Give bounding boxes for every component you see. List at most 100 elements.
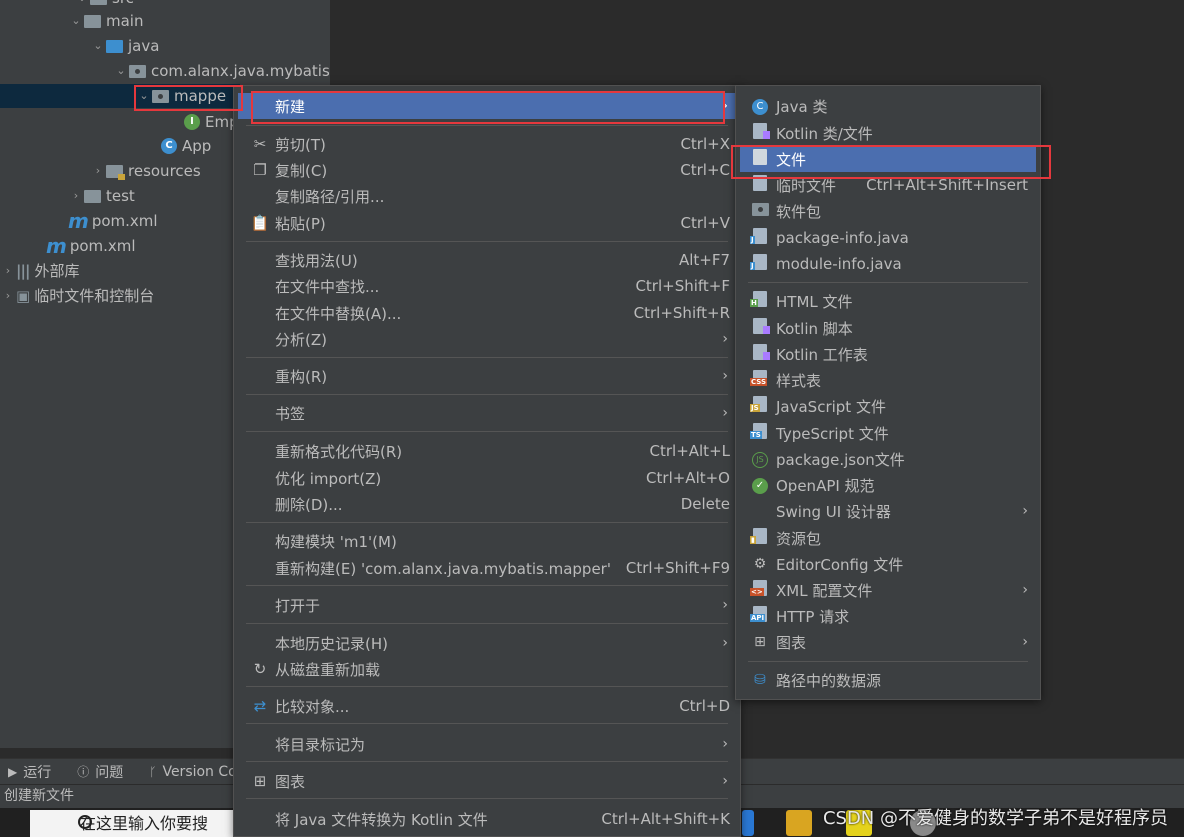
package-icon: [129, 64, 146, 78]
tree-item-pom-inner[interactable]: m pom.xml: [68, 209, 158, 233]
clipboard-icon: 📋: [250, 214, 270, 232]
menu-item-optimize-imports[interactable]: 优化 import(Z) Ctrl+Alt+O: [238, 465, 736, 491]
tree-item-scratches[interactable]: › ▣ 临时文件和控制台: [0, 284, 154, 308]
file-explorer-icon[interactable]: [786, 810, 812, 836]
chevron-right-icon: ›: [722, 635, 728, 651]
menu-item-reformat-code[interactable]: 重新格式化代码(R) Ctrl+Alt+L: [238, 438, 736, 464]
menu-item-bookmarks[interactable]: 书签 ›: [238, 400, 736, 426]
taskbar-app-icon[interactable]: [742, 810, 754, 836]
submenu-item-package-json[interactable]: JS package.json文件: [740, 446, 1036, 472]
diagram-icon: ⊞: [754, 634, 766, 650]
tree-item-package[interactable]: ⌄ com.alanx.java.mybatis: [113, 59, 329, 83]
separator: [246, 522, 728, 523]
problems-tab[interactable]: ⓘ 问题: [77, 762, 123, 782]
menu-item-find-usages[interactable]: 查找用法(U) Alt+F7: [238, 247, 736, 273]
class-icon: C: [161, 138, 177, 154]
separator: [246, 241, 728, 242]
tree-item-pom-outer[interactable]: m pom.xml: [46, 234, 136, 258]
ts-file-icon: TS: [750, 423, 770, 443]
submenu-item-module-info[interactable]: J module-info.java: [740, 251, 1036, 277]
chevron-right-icon[interactable]: ›: [90, 159, 106, 183]
menu-item-cut[interactable]: ✂ 剪切(T) Ctrl+X: [238, 131, 736, 157]
menu-item-open-in[interactable]: 打开于 ›: [238, 592, 736, 618]
chevron-down-icon[interactable]: ⌄: [90, 34, 106, 58]
info-icon: ⓘ: [77, 765, 90, 779]
taskbar-search-input[interactable]: 在这里输入你要搜: [30, 810, 250, 837]
submenu-item-diagram[interactable]: ⊞ 图表 ›: [740, 629, 1036, 655]
kotlin-worksheet-icon: [750, 344, 770, 364]
submenu-item-javascript-file[interactable]: JS JavaScript 文件: [740, 393, 1036, 419]
tree-item-java[interactable]: ⌄ java: [90, 34, 159, 58]
chevron-right-icon: ›: [722, 368, 728, 384]
interface-icon: I: [184, 114, 200, 130]
menu-item-diagrams[interactable]: ⊞ 图表 ›: [238, 768, 736, 794]
menu-item-copy[interactable]: ❐ 复制(C) Ctrl+C: [238, 157, 736, 183]
menu-item-local-history[interactable]: 本地历史记录(H) ›: [238, 630, 736, 656]
menu-item-copy-path[interactable]: 复制路径/引用...: [238, 183, 736, 209]
submenu-item-package[interactable]: 软件包: [740, 198, 1036, 224]
compare-icon: ⇄: [253, 697, 267, 715]
status-text: 创建新文件: [4, 788, 74, 804]
menu-item-reload-from-disk[interactable]: ↻ 从磁盘重新加载: [238, 656, 736, 682]
tree-item-external-libraries[interactable]: › ||| 外部库: [0, 259, 80, 283]
folder-icon: [84, 14, 101, 28]
submenu-item-editorconfig[interactable]: ⚙ EditorConfig 文件: [740, 551, 1036, 577]
separator: [246, 761, 728, 762]
separator: [246, 623, 728, 624]
submenu-item-http-request[interactable]: API HTTP 请求: [740, 603, 1036, 629]
tree-item-app[interactable]: C App: [161, 134, 211, 158]
submenu-item-stylesheet[interactable]: CSS 样式表: [740, 367, 1036, 393]
menu-item-replace-in-files[interactable]: 在文件中替换(A)... Ctrl+Shift+R: [238, 300, 736, 326]
run-tab[interactable]: ▶ 运行: [8, 762, 51, 782]
submenu-item-resource-bundle[interactable]: ▮ 资源包: [740, 525, 1036, 551]
menu-item-paste[interactable]: 📋 粘贴(P) Ctrl+V: [238, 210, 736, 236]
chevron-right-icon: ›: [722, 597, 728, 613]
submenu-item-kotlin-script[interactable]: Kotlin 脚本: [740, 315, 1036, 341]
library-icon: |||: [16, 262, 30, 280]
kotlin-script-icon: [750, 318, 770, 338]
separator: [246, 357, 728, 358]
refresh-icon: ↻: [253, 660, 267, 678]
submenu-item-data-source[interactable]: ⛁ 路径中的数据源: [740, 667, 1036, 693]
gear-icon: ⚙: [753, 556, 767, 572]
search-icon: [78, 815, 92, 829]
menu-item-analyze[interactable]: 分析(Z) ›: [238, 326, 736, 352]
css-file-icon: CSS: [750, 370, 770, 390]
tree-item-test[interactable]: › test: [68, 184, 135, 208]
menu-item-build-module[interactable]: 构建模块 'm1'(M): [238, 528, 736, 554]
submenu-item-openapi[interactable]: ✓ OpenAPI 规范: [740, 472, 1036, 498]
chevron-right-icon[interactable]: ›: [68, 184, 84, 208]
tree-item-emp[interactable]: I Emp: [184, 110, 239, 134]
submenu-item-typescript-file[interactable]: TS TypeScript 文件: [740, 420, 1036, 446]
package-icon: [750, 202, 770, 220]
context-menu: 新建 › ✂ 剪切(T) Ctrl+X ❐ 复制(C) Ctrl+C 复制路径/…: [233, 85, 741, 837]
version-control-tab[interactable]: ᚴ Version Co: [149, 764, 236, 780]
menu-item-delete[interactable]: 删除(D)... Delete: [238, 491, 736, 517]
menu-item-find-in-files[interactable]: 在文件中查找... Ctrl+Shift+F: [238, 273, 736, 299]
kotlin-file-icon: [750, 123, 770, 143]
separator: [246, 431, 728, 432]
menu-item-refactor[interactable]: 重构(R) ›: [238, 363, 736, 389]
tree-item-resources[interactable]: › resources: [90, 159, 201, 183]
chevron-down-icon[interactable]: ⌄: [68, 9, 84, 33]
chevron-right-icon[interactable]: ›: [0, 259, 16, 283]
separator: [246, 125, 728, 126]
tree-item-main[interactable]: ⌄ main: [68, 9, 143, 33]
menu-item-compare-with[interactable]: ⇄ 比较对象... Ctrl+D: [238, 693, 736, 719]
submenu-item-package-info[interactable]: J package-info.java: [740, 225, 1036, 251]
submenu-item-html-file[interactable]: H HTML 文件: [740, 288, 1036, 314]
watermark: CSDN @不爱健身的数学子弟不是好程序员: [822, 808, 1168, 829]
submenu-item-java-class[interactable]: C Java 类: [740, 93, 1036, 119]
submenu-item-xml-config[interactable]: <> XML 配置文件 ›: [740, 577, 1036, 603]
chevron-right-icon[interactable]: ›: [0, 284, 16, 308]
resources-folder-icon: [106, 164, 125, 180]
chevron-down-icon[interactable]: ⌄: [113, 59, 129, 83]
submenu-item-swing-ui[interactable]: Swing UI 设计器 ›: [740, 498, 1036, 524]
menu-item-mark-directory[interactable]: 将目录标记为 ›: [238, 731, 736, 757]
submenu-item-kotlin-class[interactable]: Kotlin 类/文件: [740, 120, 1036, 146]
folder-icon: [90, 0, 107, 5]
menu-item-convert-to-kotlin[interactable]: 将 Java 文件转换为 Kotlin 文件 Ctrl+Alt+Shift+K: [238, 806, 736, 832]
menu-item-rebuild[interactable]: 重新构建(E) 'com.alanx.java.mybatis.mapper' …: [238, 555, 736, 581]
submenu-item-kotlin-worksheet[interactable]: Kotlin 工作表: [740, 341, 1036, 367]
resource-bundle-icon: ▮: [750, 528, 770, 548]
